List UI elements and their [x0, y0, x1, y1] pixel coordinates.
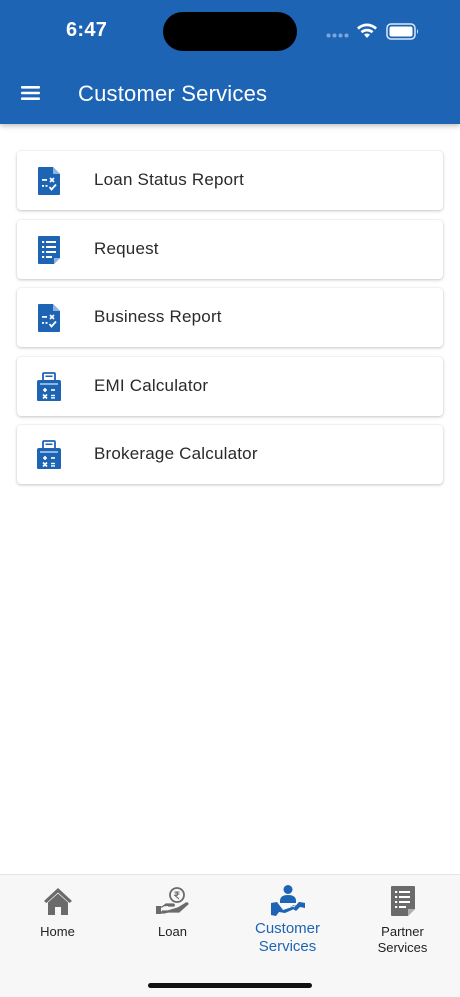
list-item-label: Request — [94, 238, 159, 258]
wifi-icon — [357, 23, 377, 38]
list-document-icon — [38, 235, 60, 264]
customer-services-list: Loan Status Report Request Business Repo… — [17, 151, 443, 494]
list-item-brokerage-calculator[interactable]: Brokerage Calculator — [17, 425, 443, 484]
report-document-icon — [38, 304, 60, 332]
list-item-request[interactable]: Request — [17, 219, 443, 279]
list-item-label: Business Report — [94, 307, 222, 326]
nav-label: Customer Services — [254, 920, 321, 955]
nav-label: Home — [40, 924, 75, 939]
home-icon — [43, 888, 72, 915]
list-item-emi-calculator[interactable]: EMI Calculator — [17, 356, 443, 416]
page-title: Customer Services — [78, 81, 268, 106]
nav-label: Partner Services — [377, 924, 428, 955]
list-item-loan-status-report[interactable]: Loan Status Report — [17, 151, 443, 210]
cellular-signal-icon — [326, 33, 349, 38]
dynamic-island — [163, 12, 297, 51]
calculator-icon — [37, 371, 61, 401]
report-document-icon — [38, 167, 60, 195]
app-header: 6:47 Customer Services — [0, 0, 460, 124]
rupee-hand-icon — [155, 887, 189, 914]
customer-support-icon — [270, 885, 305, 916]
nav-label: Loan — [158, 924, 187, 939]
nav-item-home[interactable]: Home — [0, 883, 115, 973]
status-time: 6:47 — [66, 19, 108, 41]
list-item-label: Loan Status Report — [94, 170, 245, 189]
calculator-icon — [37, 440, 61, 469]
nav-item-loan[interactable]: Loan — [115, 883, 230, 973]
battery-icon — [386, 23, 418, 40]
home-indicator — [148, 983, 312, 988]
document-list-icon — [390, 886, 415, 916]
hamburger-menu-icon[interactable] — [18, 80, 44, 106]
nav-item-partner-services[interactable]: Partner Services — [345, 883, 460, 973]
list-item-label: EMI Calculator — [94, 375, 209, 395]
nav-item-customer-services[interactable]: Customer Services — [230, 883, 345, 973]
list-item-label: Brokerage Calculator — [94, 444, 258, 463]
list-item-business-report[interactable]: Business Report — [17, 288, 443, 347]
bottom-navigation: Home Loan Customer Services Partner Serv… — [0, 874, 460, 997]
